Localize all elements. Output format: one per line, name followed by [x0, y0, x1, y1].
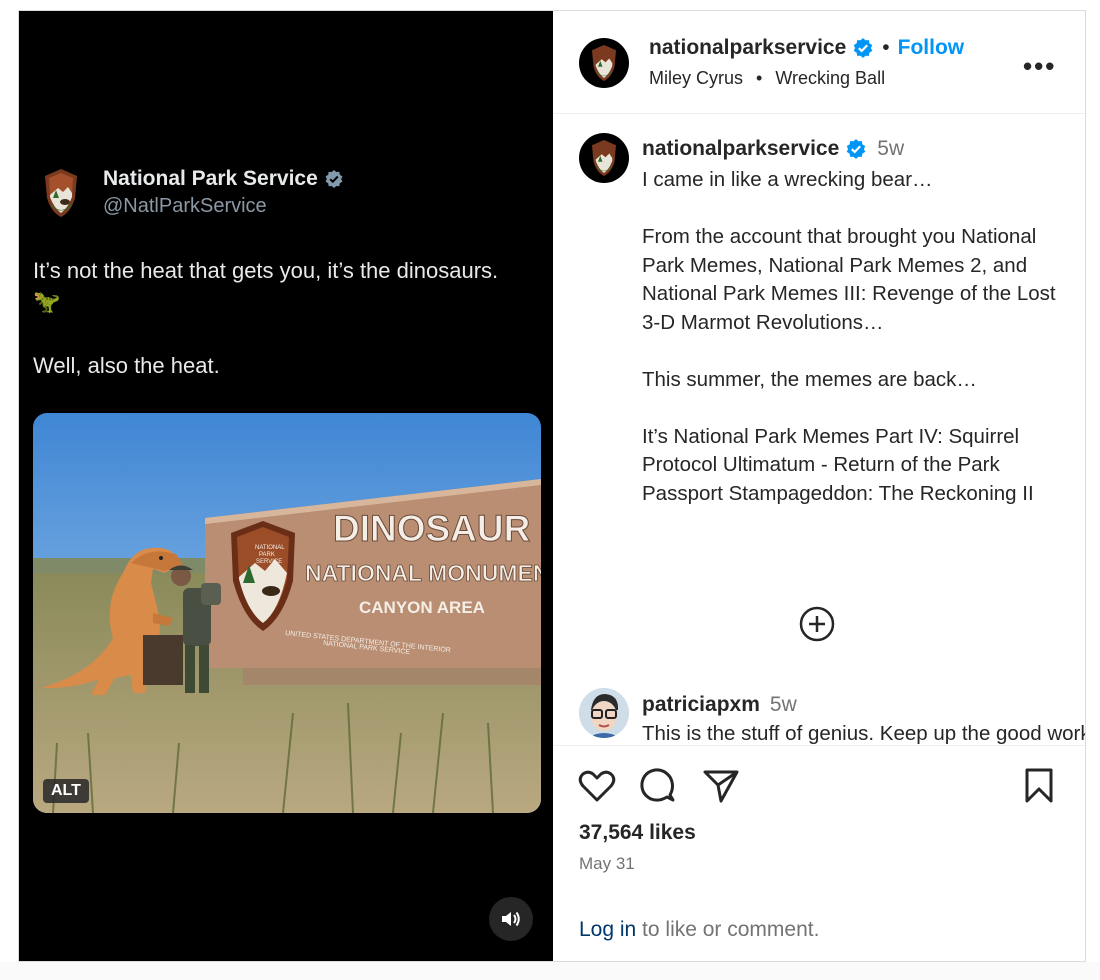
speaker-icon	[502, 911, 520, 927]
bookmark-icon[interactable]	[1019, 766, 1059, 806]
load-more-comments-icon[interactable]	[799, 606, 835, 642]
caption-paragraph: This summer, the memes are back…	[642, 367, 977, 391]
music-artist: Miley Cyrus	[649, 68, 744, 88]
audio-info[interactable]: Miley Cyrus • Wrecking Ball	[649, 68, 885, 89]
sign-area: CANYON AREA	[359, 598, 485, 617]
badge-text: PARK	[259, 552, 275, 558]
follow-button[interactable]: Follow	[898, 36, 965, 60]
tweet-handle: @NatlParkService	[103, 195, 267, 217]
avatar[interactable]	[579, 133, 629, 183]
instagram-post: National Park Service @NatlParkService I…	[18, 10, 1086, 962]
caption-text: I came in like a wrecking bear… From the…	[642, 166, 1062, 537]
badge-text: SERVICE	[256, 559, 282, 565]
likes-count[interactable]: 37,564 likes	[579, 821, 696, 845]
caption-paragraph: I came in like a wrecking bear…	[642, 168, 933, 191]
nps-arrowhead-logo	[592, 140, 616, 176]
caption-username[interactable]: nationalparkservice	[642, 137, 839, 161]
header-user-line: nationalparkservice • Follow	[649, 36, 964, 60]
caption-paragraph: It’s National Park Memes Part IV: Squirr…	[642, 424, 1034, 505]
login-link[interactable]: Log in	[579, 918, 636, 941]
post-sidebar: nationalparkservice • Follow Miley Cyrus…	[553, 11, 1085, 961]
like-heart-icon[interactable]	[577, 766, 617, 806]
avatar[interactable]	[579, 38, 629, 88]
comment-bubble-icon[interactable]	[637, 766, 677, 806]
comments-section[interactable]: nationalparkservice 5w I came in like a …	[553, 115, 1085, 746]
login-prompt-text: to like or comment.	[636, 918, 820, 941]
sound-toggle-button[interactable]	[489, 897, 533, 941]
caption-time[interactable]: 5w	[877, 137, 904, 161]
avatar[interactable]	[579, 688, 629, 738]
login-prompt: Log in to like or comment.	[579, 918, 819, 942]
verified-icon	[847, 139, 866, 159]
caption-paragraph: From the account that brought you Nation…	[642, 225, 1056, 334]
alt-text-badge[interactable]: ALT	[43, 779, 89, 803]
comment-time[interactable]: 5w	[770, 693, 797, 717]
dinosaur-emoji: 🦖	[33, 289, 61, 314]
post-date[interactable]: May 31	[579, 854, 635, 874]
nps-arrowhead-logo	[592, 45, 616, 81]
nps-arrowhead-logo	[45, 168, 77, 217]
separator-dot: •	[756, 68, 763, 88]
caption-user-line: nationalparkservice 5w	[642, 137, 904, 161]
music-track: Wrecking Ball	[775, 68, 886, 88]
page-bottom-strip	[0, 962, 1100, 980]
separator-dot: •	[882, 36, 890, 59]
sign-subtitle: NATIONAL MONUMENT	[305, 560, 541, 586]
comment-text: This is the stuff of genius. Keep up the…	[642, 722, 1085, 745]
tweet-header: National Park Service @NatlParkService	[41, 167, 344, 218]
tweet-photo: DINOSAUR NATIONAL MONUMENT CANYON AREA U…	[33, 413, 541, 813]
post-media[interactable]: National Park Service @NatlParkService I…	[19, 11, 553, 961]
comment-username[interactable]: patriciapxm	[642, 693, 760, 717]
share-send-icon[interactable]	[701, 766, 741, 806]
verified-icon	[325, 170, 343, 188]
tweet-author: National Park Service @NatlParkService	[103, 167, 344, 218]
sign-title: DINOSAUR	[333, 508, 530, 549]
tweet-author-name: National Park Service	[103, 167, 318, 190]
post-actions	[553, 766, 1085, 812]
tweet-text-line: Well, also the heat.	[33, 353, 220, 378]
more-options-button[interactable]: •••	[1023, 51, 1056, 82]
verified-icon	[854, 38, 873, 58]
badge-text: NATIONAL	[255, 545, 285, 551]
header-username[interactable]: nationalparkservice	[649, 36, 846, 60]
cartoon-avatar-icon	[579, 688, 629, 738]
comment-user-line: patriciapxm 5w	[642, 693, 797, 717]
dinosaur-monument-photo: DINOSAUR NATIONAL MONUMENT CANYON AREA U…	[33, 413, 541, 813]
post-header: nationalparkservice • Follow Miley Cyrus…	[553, 11, 1085, 114]
tweet-text-line: It’s not the heat that gets you, it’s th…	[33, 258, 499, 283]
